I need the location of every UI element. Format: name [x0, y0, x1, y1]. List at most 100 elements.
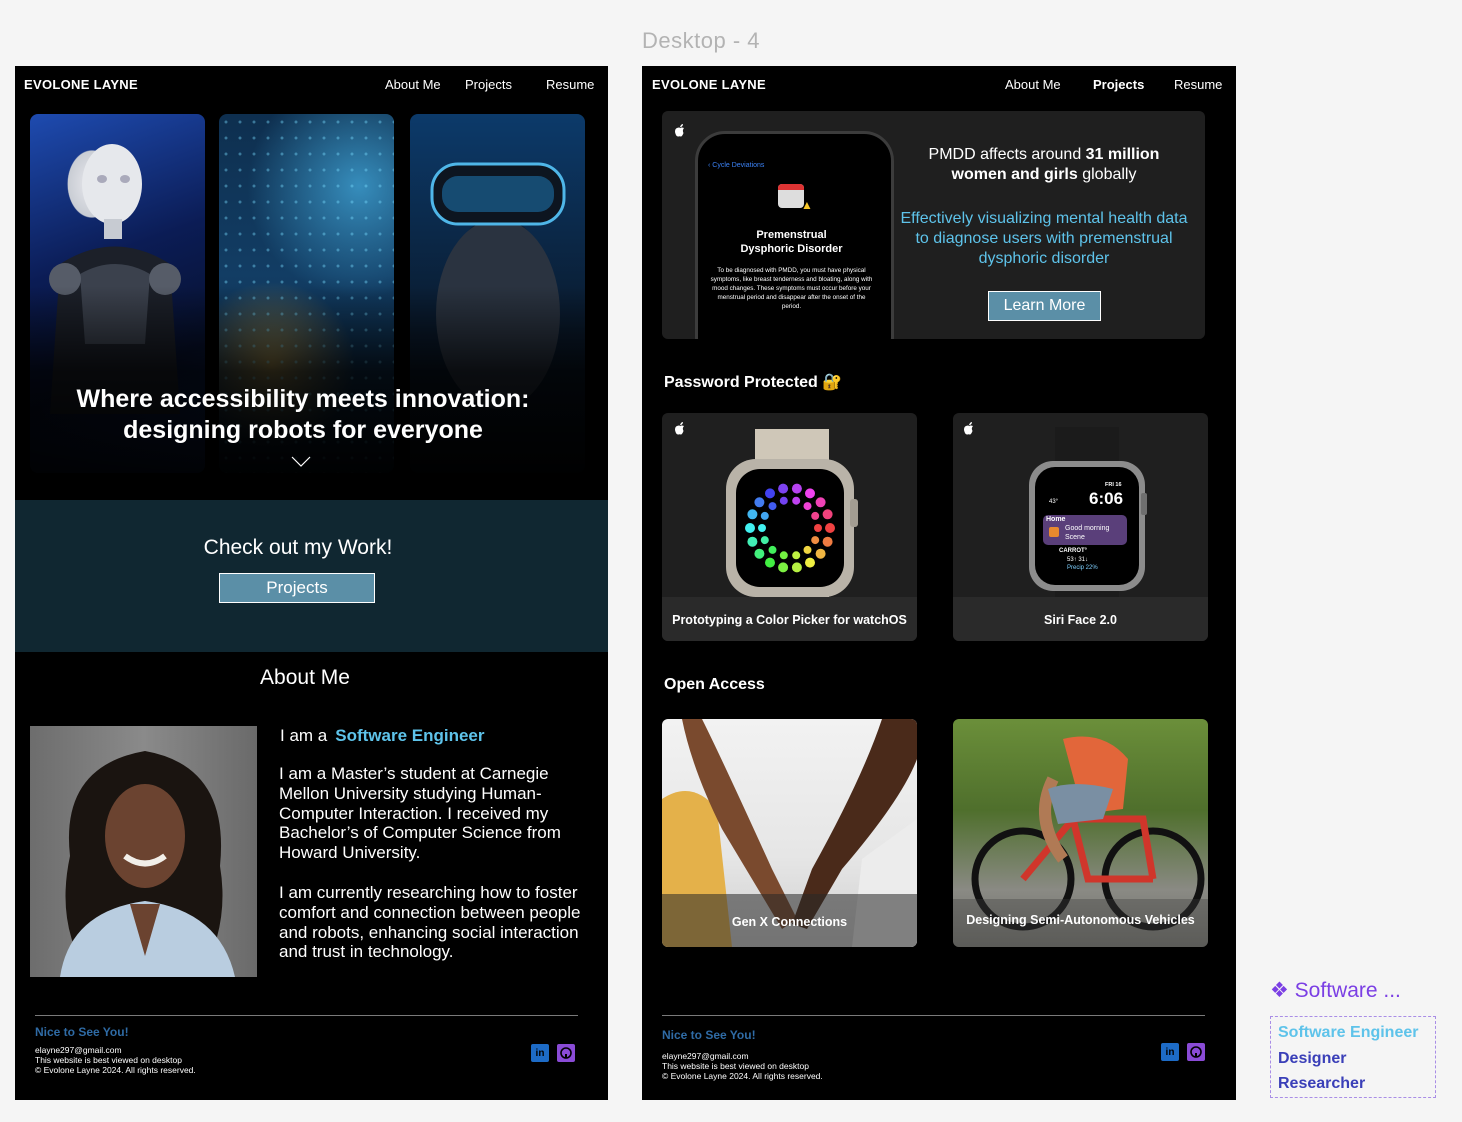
- apple-logo-icon: [964, 422, 973, 435]
- projects-frame: EVOLONE LAYNE About Me Projects Resume ‹…: [642, 66, 1236, 1100]
- footer-note: This website is best viewed on desktop: [662, 1061, 809, 1071]
- watch-weather: CARROT°: [1059, 548, 1088, 554]
- apple-logo-icon: [675, 422, 684, 435]
- frame-label: Desktop - 4: [642, 28, 760, 53]
- color-swatch-dot: [745, 523, 755, 533]
- password-protected-heading: Password Protected 🔐: [664, 374, 843, 391]
- component-title[interactable]: ❖ Software ...: [1270, 978, 1401, 1003]
- footer-heading: Nice to See You!: [662, 1028, 756, 1042]
- apple-watch-illustration: [1029, 427, 1147, 597]
- nav-resume[interactable]: Resume: [1174, 77, 1222, 92]
- color-swatch-dot: [815, 548, 826, 559]
- color-swatch-dot: [791, 483, 802, 494]
- color-swatch-dot: [765, 488, 775, 499]
- footer-copyright: © Evolone Layne 2024. All rights reserve…: [662, 1071, 823, 1081]
- color-swatch-dot: [803, 502, 812, 511]
- component-title-label: Software ...: [1294, 979, 1401, 1002]
- watch-scene: Good morning Scene: [1065, 525, 1110, 541]
- hero-title-line-2: designing robots for everyone: [123, 416, 483, 444]
- color-swatch-dot: [760, 511, 769, 520]
- bio-paragraph-1: I am a Master’s student at Carnegie Mell…: [279, 764, 561, 863]
- work-title: Check out my Work!: [203, 536, 393, 559]
- github-icon[interactable]: [557, 1044, 575, 1062]
- intro-prefix: I am a: [280, 726, 328, 745]
- watch-range: 53↑ 31↓: [1067, 557, 1089, 563]
- hero-title-line-1: Where accessibility meets innovation:: [76, 385, 530, 413]
- phone-title: Premenstrual Dysphoric Disorder: [698, 228, 885, 256]
- apple-logo-icon: [675, 124, 684, 137]
- variant-software-engineer[interactable]: Software Engineer: [1278, 1024, 1418, 1042]
- card-label: Designing Semi-Autonomous Vehicles: [966, 913, 1195, 927]
- variant-researcher[interactable]: Researcher: [1278, 1075, 1365, 1093]
- color-swatch-dot: [779, 551, 788, 560]
- footer-divider: [662, 1015, 1205, 1016]
- color-swatch-dot: [779, 496, 788, 505]
- color-swatch-dot: [765, 557, 775, 568]
- card-label: Gen X Connections: [731, 915, 848, 929]
- color-swatch-dot: [822, 536, 833, 547]
- variant-designer[interactable]: Designer: [1278, 1050, 1346, 1068]
- color-picker-card[interactable]: Prototyping a Color Picker for watchOS: [662, 413, 917, 641]
- footer-heading: Nice to See You!: [35, 1025, 129, 1039]
- watch-ultra-illustration: [726, 429, 858, 625]
- watch-time: 6:06: [1089, 489, 1124, 508]
- brand-logo[interactable]: EVOLONE LAYNE: [652, 77, 766, 92]
- phone-mockup: ‹ Cycle Deviations ▲ Premenstrual Dyspho…: [695, 131, 894, 339]
- color-swatch-dot: [768, 502, 777, 511]
- color-swatch-dot: [778, 562, 789, 573]
- hero-title: Where accessibility meets innovation: de…: [15, 384, 591, 446]
- open-access-heading: Open Access: [664, 676, 765, 693]
- footer-email[interactable]: elayne297@gmail.com: [662, 1051, 749, 1061]
- warning-icon: ▲: [801, 198, 813, 212]
- phone-notch: [760, 140, 822, 154]
- color-swatch-dot: [814, 524, 822, 532]
- semi-autonomous-card[interactable]: Designing Semi-Autonomous Vehicles: [953, 719, 1208, 947]
- home-frame: EVOLONE LAYNE About Me Projects Resume W…: [15, 66, 608, 1100]
- color-swatch-dot: [758, 524, 766, 532]
- chevron-down-icon[interactable]: [291, 456, 311, 468]
- nav-about-me[interactable]: About Me: [385, 77, 441, 92]
- gen-x-card[interactable]: Gen X Connections: [662, 719, 917, 947]
- color-swatch-dot: [803, 545, 812, 554]
- card-label: Siri Face 2.0: [1044, 613, 1117, 627]
- headline-bold-1: 31 million: [1085, 146, 1160, 163]
- color-swatch-dot: [791, 562, 802, 573]
- brand-logo[interactable]: EVOLONE LAYNE: [24, 77, 138, 92]
- github-icon[interactable]: [1187, 1043, 1205, 1061]
- phone-body: To be diagnosed with PMDD, you must have…: [710, 267, 873, 310]
- siri-face-card[interactable]: FRI 16 6:06 43° Home Good morning Scene …: [953, 413, 1208, 641]
- headline-bold-2: women and girls: [951, 166, 1078, 183]
- projects-button[interactable]: Projects: [219, 573, 375, 603]
- phone-back-link: ‹ Cycle Deviations: [708, 162, 765, 169]
- color-swatch-dot: [825, 523, 835, 533]
- phone-title-line-2: Dysphoric Disorder: [740, 243, 843, 255]
- color-swatch-dot: [792, 496, 801, 505]
- bio-paragraph-2: I am currently researching how to foster…: [279, 883, 581, 962]
- phone-back-label: Cycle Deviations: [712, 162, 765, 169]
- nav-resume[interactable]: Resume: [546, 77, 594, 92]
- intro-role: Software Engineer: [335, 726, 485, 745]
- color-swatch-dot: [815, 497, 826, 508]
- color-swatch-dot: [747, 536, 758, 547]
- pmdd-feature-card[interactable]: ‹ Cycle Deviations ▲ Premenstrual Dyspho…: [662, 111, 1205, 339]
- phone-title-line-1: Premenstrual: [756, 229, 827, 241]
- linkedin-icon[interactable]: in: [1161, 1043, 1179, 1061]
- color-swatch-dot: [778, 483, 789, 494]
- intro-line: I am a Software Engineer: [280, 726, 485, 746]
- component-diamond-icon: ❖: [1270, 979, 1289, 1002]
- headline-pre: PMDD affects around: [928, 146, 1086, 163]
- footer-email[interactable]: elayne297@gmail.com: [35, 1045, 122, 1055]
- nav-projects[interactable]: Projects: [1093, 77, 1144, 92]
- nav-projects[interactable]: Projects: [465, 77, 512, 92]
- color-swatch-dot: [822, 509, 833, 520]
- linkedin-icon[interactable]: in: [531, 1044, 549, 1062]
- color-swatch-dot: [747, 509, 758, 520]
- nav-about-me[interactable]: About Me: [1005, 77, 1061, 92]
- card-label: Prototyping a Color Picker for watchOS: [672, 613, 907, 627]
- learn-more-button[interactable]: Learn More: [988, 291, 1101, 321]
- color-swatch-dot: [754, 497, 765, 508]
- github-glyph: [560, 1047, 572, 1059]
- profile-photo: [30, 726, 257, 977]
- pmdd-headline: PMDD affects around 31 million women and …: [924, 145, 1164, 185]
- watch-home-label: Home: [1046, 516, 1066, 523]
